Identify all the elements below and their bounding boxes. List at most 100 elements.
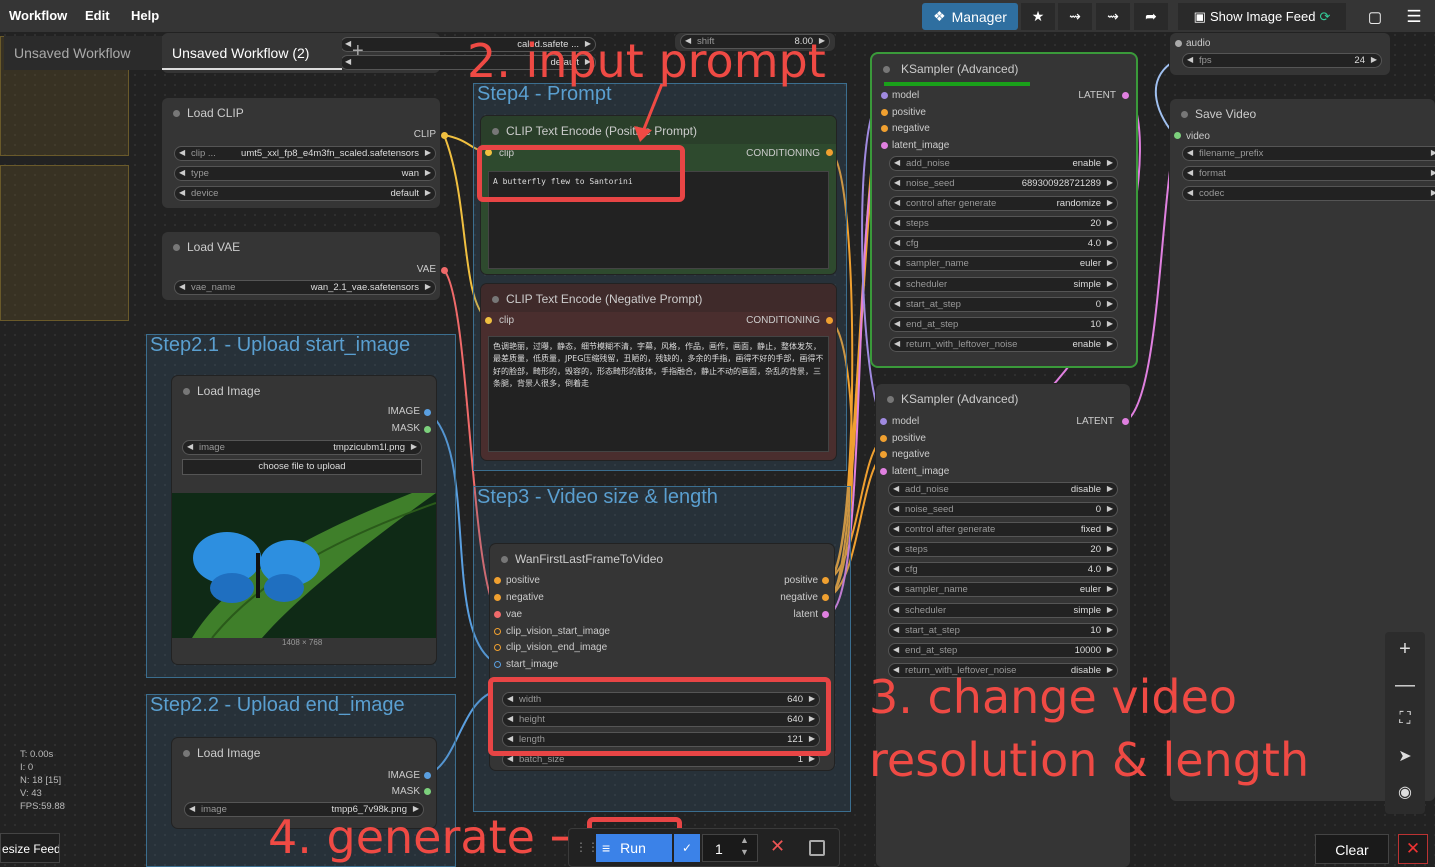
stop-icon[interactable] (809, 840, 825, 856)
steps-widget[interactable]: steps20 (888, 542, 1118, 557)
positive-input-dot[interactable] (880, 435, 887, 442)
add-noise-widget[interactable]: add_noisedisable (888, 482, 1118, 497)
new-tab-icon[interactable]: + (352, 40, 364, 63)
upload-button[interactable]: choose file to upload (182, 459, 422, 475)
negative-input-dot[interactable] (880, 451, 887, 458)
latent-input-dot[interactable] (880, 468, 887, 475)
load-image-start-node[interactable]: Load Image IMAGE MASK imagetmpzicubm1l.p… (172, 376, 436, 664)
batch-count-input[interactable]: 1 (702, 834, 758, 862)
return-leftover-noise-widget[interactable]: return_with_leftover_noiseenable (889, 337, 1118, 352)
image-output-dot[interactable] (424, 772, 431, 779)
ksampler-advanced-1-node[interactable]: KSampler (Advanced) model positive negat… (872, 54, 1136, 366)
conditioning-output-dot[interactable] (826, 317, 833, 324)
model-icon-2[interactable]: ⇝ (1096, 3, 1130, 30)
vae-input-dot[interactable] (494, 611, 501, 618)
type-widget[interactable]: typewan (174, 166, 436, 181)
sampler-name-widget[interactable]: sampler_nameeuler (888, 582, 1118, 597)
device-widget[interactable]: devicedefault (174, 186, 436, 201)
clip-text-encode-negative-node[interactable]: CLIP Text Encode (Negative Prompt) clip … (481, 284, 836, 460)
show-image-feed-label: Show Image Feed (1209, 9, 1316, 24)
clip-vision-start-dot[interactable] (494, 628, 501, 635)
start-at-step-widget[interactable]: start_at_step0 (889, 297, 1118, 312)
codec-widget[interactable]: codec (1182, 186, 1435, 201)
negative-input-label: negative (892, 449, 930, 460)
latent-output-dot[interactable] (1122, 92, 1129, 99)
positive-output-dot[interactable] (822, 577, 829, 584)
tab-unsaved-workflow[interactable]: Unsaved Workflow (4, 36, 162, 70)
menu-workflow[interactable]: Workflow (9, 8, 67, 23)
vae-output-dot[interactable] (441, 267, 448, 274)
sampler-name-widget[interactable]: sampler_nameeuler (889, 256, 1118, 271)
positive-input-dot[interactable] (494, 577, 501, 584)
image-output-dot[interactable] (424, 409, 431, 416)
ksampler-advanced-2-node[interactable]: KSampler (Advanced) model positive negat… (876, 384, 1130, 867)
menu-edit[interactable]: Edit (85, 8, 110, 23)
positive-input-dot[interactable] (881, 109, 888, 116)
model-input-dot[interactable] (880, 418, 887, 425)
show-image-feed-button[interactable]: ▣ Show Image Feed ⟳ (1178, 3, 1346, 30)
start-at-step-widget[interactable]: start_at_step10 (888, 623, 1118, 638)
panel-toggle-icon[interactable]: ▢ (1358, 3, 1392, 30)
latent-output-dot[interactable] (1122, 418, 1129, 425)
noise-seed-widget[interactable]: noise_seed689300928721289 (889, 176, 1118, 191)
close-feed-icon[interactable]: ✕ (1398, 834, 1428, 864)
conditioning-output-dot[interactable] (826, 149, 833, 156)
vae-name-widget[interactable]: vae_namewan_2.1_vae.safetensors (174, 280, 436, 295)
negative-input-dot[interactable] (881, 125, 888, 132)
end-at-step-widget[interactable]: end_at_step10 (889, 317, 1118, 332)
manager-button[interactable]: ❖ Manager (922, 3, 1018, 30)
cancel-icon[interactable]: ✕ (770, 836, 785, 857)
visibility-icon[interactable]: ◉ (1385, 782, 1425, 802)
control-after-generate-widget[interactable]: control after generaterandomize (889, 196, 1118, 211)
mask-output-dot[interactable] (424, 788, 431, 795)
image-select-widget[interactable]: imagetmpzicubm1l.png (182, 440, 422, 455)
filename-prefix-widget[interactable]: filename_prefix (1182, 146, 1435, 161)
load-clip-node[interactable]: Load CLIP CLIP clip ...umt5_xxl_fp8_e4m3… (162, 98, 440, 208)
scheduler-widget[interactable]: schedulersimple (889, 277, 1118, 292)
latent-output-dot[interactable] (822, 611, 829, 618)
model-icon-1[interactable]: ⇝ (1058, 3, 1092, 30)
model-input-dot[interactable] (881, 92, 888, 99)
clip-output-dot[interactable] (441, 132, 448, 139)
clear-button[interactable]: Clear (1315, 834, 1389, 864)
cfg-widget[interactable]: cfg4.0 (888, 562, 1118, 577)
latent-input-dot[interactable] (881, 142, 888, 149)
clip-input-dot[interactable] (485, 317, 492, 324)
latent-input-label: latent_image (892, 140, 950, 151)
negative-prompt-textarea[interactable]: 色调艳丽，过曝，静态，细节模糊不清，字幕，风格，作品，画作，画面，静止，整体发灰… (488, 336, 829, 452)
share-icon[interactable]: ➦ (1134, 3, 1168, 30)
partial-video-node[interactable]: audio fps24 (1170, 33, 1390, 75)
menu-help[interactable]: Help (131, 8, 159, 23)
load-vae-node[interactable]: Load VAE VAE vae_namewan_2.1_vae.safeten… (162, 232, 440, 300)
star-icon[interactable]: ★ (1021, 3, 1055, 30)
scheduler-widget[interactable]: schedulersimple (888, 603, 1118, 618)
start-image-dot[interactable] (494, 661, 501, 668)
negative-input-dot[interactable] (494, 594, 501, 601)
fit-view-icon[interactable]: ⛶ (1385, 710, 1425, 728)
noise-seed-widget[interactable]: noise_seed0 (888, 502, 1118, 517)
zoom-in-icon[interactable]: + (1385, 638, 1425, 661)
node-title: Load VAE (162, 232, 440, 260)
clip-name-widget[interactable]: clip ...umt5_xxl_fp8_e4m3fn_scaled.safet… (174, 146, 436, 161)
clip-vision-end-dot[interactable] (494, 644, 501, 651)
audio-input-dot[interactable] (1175, 40, 1182, 47)
run-button[interactable]: ≡ Run (596, 834, 672, 862)
select-mode-icon[interactable]: ➤ (1385, 746, 1425, 766)
add-noise-widget[interactable]: add_noiseenable (889, 156, 1118, 171)
run-options-icon[interactable]: ✓ (674, 834, 700, 862)
video-input-dot[interactable] (1174, 132, 1181, 139)
end-at-step-widget[interactable]: end_at_step10000 (888, 643, 1118, 658)
mask-output-dot[interactable] (424, 426, 431, 433)
resize-feed-button[interactable]: esize Feed (0, 833, 60, 863)
fps-widget[interactable]: fps24 (1182, 53, 1382, 68)
control-after-generate-widget[interactable]: control after generatefixed (888, 522, 1118, 537)
hamburger-menu-icon[interactable]: ☰ (1397, 3, 1431, 30)
cfg-widget[interactable]: cfg4.0 (889, 236, 1118, 251)
tab-unsaved-workflow-2[interactable]: Unsaved Workflow (2) (162, 36, 342, 70)
stepper-icon[interactable]: ▲ ▼ (740, 834, 749, 858)
zoom-out-icon[interactable]: — (1385, 674, 1425, 697)
conditioning-output-label: CONDITIONING (746, 148, 820, 159)
steps-widget[interactable]: steps20 (889, 216, 1118, 231)
negative-output-dot[interactable] (822, 594, 829, 601)
format-widget[interactable]: format (1182, 166, 1435, 181)
